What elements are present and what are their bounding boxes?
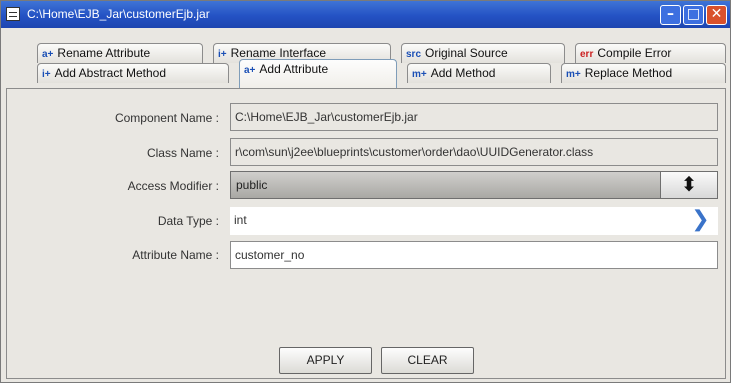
access-modifier-label: Access Modifier : (127, 179, 219, 193)
tab-label: Replace Method (584, 66, 673, 80)
tab-label: Add Method (430, 66, 496, 80)
attribute-icon: a+ (244, 65, 256, 76)
interface-icon: i+ (42, 69, 51, 80)
tab-label: Original Source (425, 46, 508, 60)
minimize-button[interactable]: – (660, 5, 681, 25)
tab-label: Add Abstract Method (54, 66, 167, 80)
tab-add-method[interactable]: m+ Add Method (407, 63, 551, 83)
attribute-name-label: Attribute Name : (132, 248, 219, 262)
chevron-right-icon[interactable]: ❯ (683, 207, 718, 235)
window-title: C:\Home\EJB_Jar\customerEjb.jar (27, 7, 210, 21)
tab-original-source[interactable]: src Original Source (401, 43, 565, 63)
compile-error-icon: err (580, 49, 594, 60)
ejb-editor-window: C:\Home\EJB_Jar\customerEjb.jar – □ ✕ a+… (0, 0, 731, 383)
class-name-label: Class Name : (146, 146, 219, 160)
method-icon: m+ (412, 69, 427, 80)
tab-add-attribute[interactable]: a+ Add Attribute (239, 59, 397, 89)
method-icon: m+ (566, 69, 581, 80)
up-down-arrow-icon[interactable]: ⬍ (660, 172, 717, 198)
window-icon (6, 7, 20, 21)
access-modifier-value: public (236, 178, 268, 192)
apply-button[interactable]: APPLY (279, 347, 372, 374)
tab-add-abstract-method[interactable]: i+ Add Abstract Method (37, 63, 229, 83)
tab-label: Compile Error (597, 46, 672, 60)
source-icon: src (406, 49, 422, 60)
component-name-label: Component Name : (114, 111, 219, 125)
data-type-label: Data Type : (157, 214, 219, 228)
attribute-icon: a+ (42, 49, 54, 60)
tab-compile-error[interactable]: err Compile Error (575, 43, 726, 63)
attribute-name-input[interactable]: customer_no (230, 241, 718, 269)
clear-button[interactable]: CLEAR (381, 347, 474, 374)
tab-label: Rename Interface (230, 46, 327, 60)
data-type-field[interactable]: int (230, 207, 683, 235)
tab-label: Rename Attribute (57, 46, 151, 60)
access-modifier-select[interactable]: public ⬍ (230, 171, 718, 199)
interface-icon: i+ (218, 49, 227, 60)
maximize-button[interactable]: □ (683, 5, 704, 25)
close-button[interactable]: ✕ (706, 5, 727, 25)
title-bar[interactable]: C:\Home\EJB_Jar\customerEjb.jar – □ ✕ (1, 1, 730, 28)
tab-replace-method[interactable]: m+ Replace Method (561, 63, 726, 83)
class-name-field: r\com\sun\j2ee\blueprints\customer\order… (230, 138, 718, 166)
tab-label: Add Attribute (259, 62, 329, 76)
component-name-field: C:\Home\EJB_Jar\customerEjb.jar (230, 103, 718, 131)
tab-rename-attribute[interactable]: a+ Rename Attribute (37, 43, 203, 63)
